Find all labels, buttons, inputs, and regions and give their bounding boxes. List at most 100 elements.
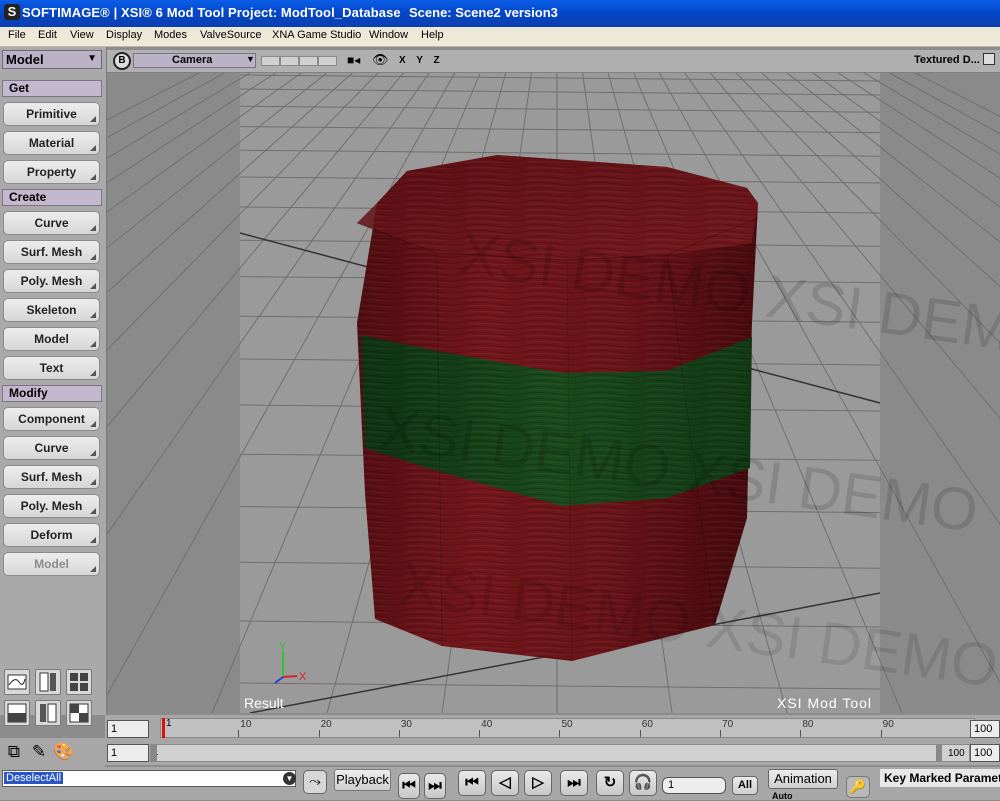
submenu-corner-icon [90, 116, 96, 122]
key-icon[interactable]: 🔑 [846, 776, 870, 798]
corner-view-glyph-icon [69, 703, 89, 723]
playback-menu-button[interactable]: Playback [334, 769, 391, 791]
display-mode-menu[interactable]: Textured D... [914, 54, 980, 66]
modify-curve-button[interactable]: Curve [3, 436, 100, 460]
script-editor-icon[interactable]: ⤳ [303, 770, 327, 794]
menu-xna-game-studio[interactable]: XNA Game Studio [272, 29, 361, 41]
menu-edit[interactable]: Edit [38, 29, 57, 41]
audio-icon[interactable]: 🎧 [629, 770, 657, 796]
range-handle-right[interactable] [936, 745, 942, 761]
section-create: Create [2, 189, 102, 206]
menu-file[interactable]: File [8, 29, 26, 41]
modify-model-button[interactable]: Model [3, 552, 100, 576]
loop-icon[interactable]: ↻ [596, 770, 624, 796]
scene-title: Scene: Scene2 version3 [409, 5, 558, 20]
timeline-tick [318, 730, 320, 737]
first-frame-icon[interactable]: ⏮ [398, 773, 420, 799]
modify-surf-mesh-button[interactable]: Surf. Mesh [3, 465, 100, 489]
button-label: Component [18, 412, 85, 426]
primitive-button[interactable]: Primitive [3, 102, 100, 126]
video-camera-icon[interactable]: ■◂ [347, 53, 360, 67]
menu-help[interactable]: Help [421, 29, 444, 41]
viewport-b-button[interactable]: B [113, 52, 131, 70]
axis-toggles[interactable]: X Y Z [399, 55, 444, 66]
create-poly-mesh-button[interactable]: Poly. Mesh [3, 269, 100, 293]
submenu-corner-icon [90, 341, 96, 347]
menu-display[interactable]: Display [106, 29, 142, 41]
create-curve-button[interactable]: Curve [3, 211, 100, 235]
command-input[interactable]: DeselectAll ▼ [2, 770, 296, 787]
range-handle-left[interactable] [151, 745, 157, 761]
single-view-glyph-icon [39, 672, 56, 692]
viewport-slot[interactable] [299, 56, 318, 66]
button-label: Surf. Mesh [20, 245, 83, 259]
timeline-tick [639, 730, 641, 737]
key-marked-parameters-label[interactable]: Key Marked Paramet [880, 769, 1000, 787]
modify-deform-button[interactable]: Deform [3, 523, 100, 547]
camera-selector[interactable]: Camera ▼ [133, 53, 256, 68]
viewport-result-label: Result [244, 695, 284, 711]
menu-modes[interactable]: Modes [154, 29, 187, 41]
timeline-tick-label: 50 [561, 719, 573, 730]
module-selector[interactable]: Model ▼ [2, 50, 102, 69]
timeline-ruler[interactable]: 10 20 30 40 50 60 70 80 90 [160, 718, 975, 738]
viewport-3d[interactable]: XSI DEMO XSI DEMO XSI DEMO XSI DEMO XSI … [107, 73, 1000, 713]
menu-view[interactable]: View [70, 29, 94, 41]
layout-quad-icon[interactable] [66, 669, 92, 695]
animation-menu-button[interactable]: Animation [768, 769, 838, 789]
submenu-corner-icon [90, 225, 96, 231]
layout-split-icon[interactable] [35, 700, 61, 726]
scene-canvas: XSI DEMO XSI DEMO XSI DEMO XSI DEMO XSI … [107, 73, 1000, 713]
material-button[interactable]: Material [3, 131, 100, 155]
range-end-label: 100 [948, 748, 965, 759]
split-view-glyph-icon [40, 703, 57, 723]
current-frame-field[interactable]: 1 [662, 777, 726, 794]
range-start-field[interactable]: 1 [107, 744, 149, 762]
timeline: 1 10 20 30 40 50 60 70 80 90 1 100 1 1 100 100 [105, 715, 1000, 765]
submenu-corner-icon [90, 508, 96, 514]
go-to-end-icon[interactable]: ⏭ [560, 770, 588, 796]
button-label: Property [26, 165, 77, 179]
layout-curve-icon[interactable] [4, 669, 30, 695]
last-frame-icon[interactable]: ⏭ [424, 773, 446, 799]
create-model-button[interactable]: Model [3, 327, 100, 351]
timeline-tick-label: 30 [400, 719, 412, 730]
property-button[interactable]: Property [3, 160, 100, 184]
submenu-corner-icon [90, 312, 96, 318]
timeline-end-field[interactable]: 100 [970, 720, 1000, 738]
menu-window[interactable]: Window [369, 29, 408, 41]
range-end-field[interactable]: 100 [970, 744, 1000, 762]
playhead[interactable] [162, 718, 165, 738]
play-forward-icon[interactable]: ▷ [524, 770, 552, 796]
submenu-corner-icon [90, 421, 96, 427]
viewport-slot[interactable] [318, 56, 337, 66]
create-text-button[interactable]: Text [3, 356, 100, 380]
layout-bottom-icon[interactable] [4, 700, 30, 726]
all-button[interactable]: All [732, 776, 758, 795]
timeline-start-field[interactable]: 1 [107, 720, 149, 738]
play-backward-icon[interactable]: ◁ [491, 770, 519, 796]
maximize-icon[interactable] [983, 53, 995, 65]
create-skeleton-button[interactable]: Skeleton [3, 298, 100, 322]
menu-valvesource[interactable]: ValveSource [200, 29, 262, 41]
layout-corner-icon[interactable] [66, 700, 92, 726]
create-surf-mesh-button[interactable]: Surf. Mesh [3, 240, 100, 264]
modify-poly-mesh-button[interactable]: Poly. Mesh [3, 494, 100, 518]
transform-icon[interactable]: ⧉ [2, 742, 26, 764]
viewport-slot[interactable] [261, 56, 280, 66]
viewport-slot[interactable] [280, 56, 299, 66]
range-slider[interactable]: 1 [150, 744, 970, 762]
brush-icon[interactable]: ✎ [27, 742, 51, 764]
eye-icon[interactable]: 👁 [372, 52, 389, 68]
axis-x-label: X [299, 671, 307, 683]
button-label: Model [34, 332, 69, 346]
modify-component-button[interactable]: Component [3, 407, 100, 431]
module-label: Model [6, 52, 44, 67]
button-label: Material [28, 136, 75, 150]
chevron-down-icon[interactable]: ▼ [283, 772, 296, 785]
go-to-start-icon[interactable]: ⏮ [458, 770, 486, 796]
bottom-view-glyph-icon [7, 703, 27, 723]
submenu-corner-icon [90, 254, 96, 260]
palette-icon[interactable]: 🎨 [52, 742, 76, 764]
layout-single-icon[interactable] [35, 669, 61, 695]
